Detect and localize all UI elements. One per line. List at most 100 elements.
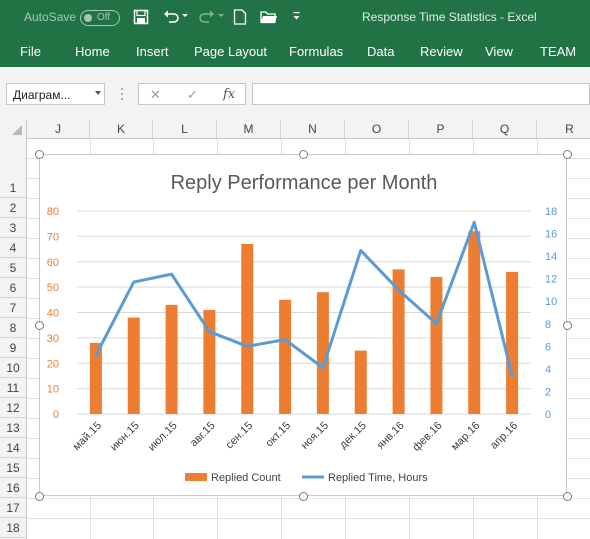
row-header[interactable]: 12 [0,398,26,418]
right-axis-tick-label: 6 [545,341,551,353]
left-axis-tick-label: 50 [47,282,59,294]
redo-dropdown-icon [218,14,224,17]
tab-insert[interactable]: Insert [136,44,169,59]
bar-replied-count [354,350,367,414]
name-box-value: Диаграм... [13,88,71,102]
legend-label-replied-time: Replied Time, Hours [328,472,428,484]
customize-qat-icon[interactable] [293,12,301,21]
resize-handle-bottom-right[interactable] [563,492,572,501]
redo-icon [199,10,214,23]
row-header[interactable]: 2 [0,198,26,218]
undo-dropdown-icon[interactable] [182,14,188,18]
row-header[interactable]: 4 [0,238,26,258]
left-axis-tick-label: 10 [47,384,59,396]
resize-handle-bottom[interactable] [299,492,308,501]
row-header[interactable]: 10 [0,358,26,378]
row-header[interactable]: 1 [0,178,26,198]
column-header-p[interactable]: P [409,120,473,138]
left-axis-tick-label: 80 [47,206,59,218]
category-tick-label: авг.15 [188,420,218,450]
column-header-l[interactable]: L [153,120,217,138]
bar-replied-count [127,317,140,414]
column-header-n[interactable]: N [281,120,345,138]
formula-buttons: ✕ ✓ fx [138,83,246,105]
row-header[interactable]: 9 [0,338,26,358]
column-header-r[interactable]: R [537,120,590,138]
window-title: Response Time Statistics - Excel [362,10,537,24]
right-axis-tick-label: 16 [545,229,557,241]
tab-data[interactable]: Data [367,44,394,59]
bar-replied-count [468,231,481,414]
resize-handle-top[interactable] [299,150,308,159]
cancel-icon[interactable]: ✕ [150,87,161,103]
resize-handle-bottom-left[interactable] [35,492,44,501]
chart-object[interactable]: Reply Performance per Month 0 10 20 30 40 50 60… [39,154,567,496]
tab-review[interactable]: Review [420,44,463,59]
row-header[interactable]: 6 [0,278,26,298]
row-header[interactable]: 16 [0,478,26,498]
row-header[interactable]: 18 [0,518,26,538]
column-header-k[interactable]: K [90,120,153,138]
right-axis-tick-label: 2 [545,386,551,398]
save-icon[interactable] [133,9,149,25]
category-tick-label: июн.15 [108,420,142,454]
tab-file[interactable]: File [20,44,41,59]
column-headers: J K L M N O P Q R [0,120,590,139]
tab-home[interactable]: Home [75,44,110,59]
category-tick-label: окт.15 [263,420,293,450]
bar-replied-count [430,276,443,414]
open-folder-icon[interactable] [260,10,278,24]
tab-page-layout[interactable]: Page Layout [194,44,267,59]
row-header[interactable]: 5 [0,258,26,278]
bar-replied-count [279,299,292,414]
row-header[interactable]: 17 [0,498,26,518]
undo-icon[interactable] [162,9,180,25]
category-tick-label: июл.15 [146,420,180,454]
right-axis-tick-label: 4 [545,364,551,376]
right-axis-tick-label: 10 [545,296,557,308]
new-file-icon[interactable] [233,9,247,25]
category-tick-label: фев.16 [410,420,444,454]
left-axis-tick-label: 60 [47,257,59,269]
left-axis-tick-label: 20 [47,358,59,370]
chart-title: Reply Performance per Month [171,172,438,194]
row-header[interactable]: 7 [0,298,26,318]
row-header[interactable]: 3 [0,218,26,238]
category-tick-label: дек.15 [337,420,369,452]
splitter-handle[interactable] [120,87,124,101]
row-header[interactable]: 8 [0,318,26,338]
row-header[interactable]: 14 [0,438,26,458]
row-header[interactable]: 13 [0,418,26,438]
resize-handle-top-right[interactable] [563,150,572,159]
row-header[interactable]: 11 [0,378,26,398]
right-axis-tick-label: 8 [545,319,551,331]
category-tick-label: май.15 [71,420,104,453]
tab-formulas[interactable]: Formulas [289,44,343,59]
name-box[interactable]: Диаграм... [6,83,105,105]
chevron-down-icon[interactable] [95,91,101,95]
column-header-j[interactable]: J [27,120,90,138]
autosave-toggle[interactable]: Off [80,10,120,26]
resize-handle-top-left[interactable] [35,150,44,159]
category-tick-label: янв.16 [375,420,407,452]
column-header-m[interactable]: M [217,120,281,138]
bar-replied-count [165,304,178,414]
enter-icon[interactable]: ✓ [187,87,198,103]
column-header-q[interactable]: Q [473,120,537,138]
tab-view[interactable]: View [485,44,513,59]
left-axis-tick-label: 70 [47,231,59,243]
row-header[interactable]: 15 [0,458,26,478]
select-all-corner[interactable] [0,120,27,138]
resize-handle-left[interactable] [35,321,44,330]
tab-team[interactable]: TEAM [540,44,576,59]
combo-chart: Reply Performance per Month0102030405060… [47,172,558,484]
insert-function-button[interactable]: fx [223,87,235,102]
resize-handle-right[interactable] [563,321,572,330]
legend-label-replied-count: Replied Count [211,472,281,484]
right-axis-tick-label: 0 [545,409,551,421]
category-tick-label: мар.16 [449,420,482,453]
formula-bar: Диаграм... ✕ ✓ fx [0,67,590,121]
formula-input[interactable] [252,83,590,105]
bar-replied-count [241,243,254,414]
column-header-o[interactable]: O [345,120,409,138]
